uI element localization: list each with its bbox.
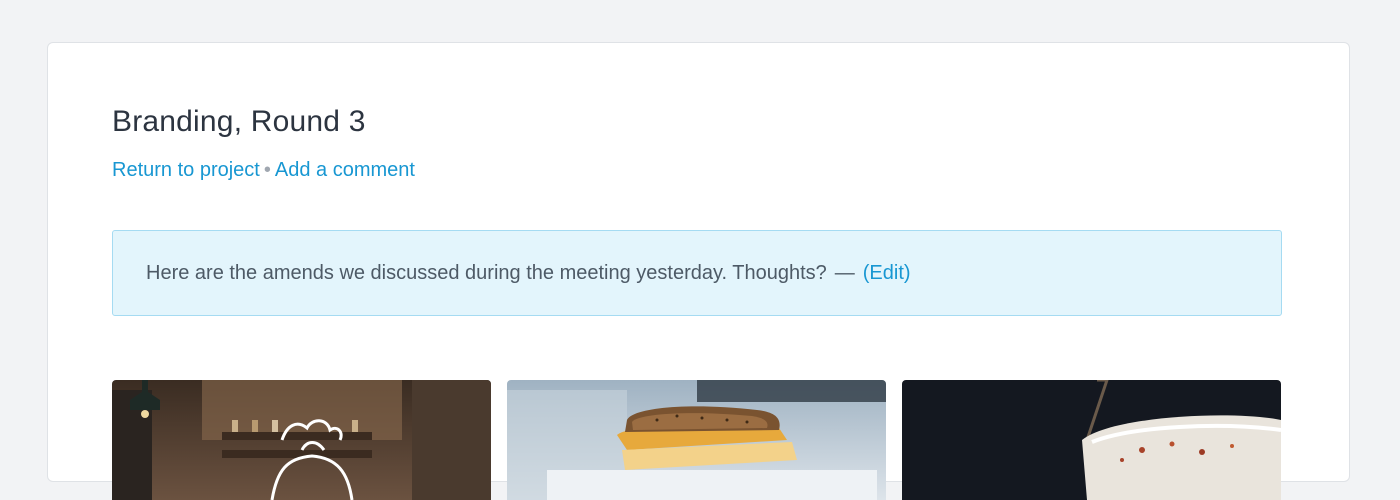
thumbnail-restaurant[interactable] — [112, 380, 491, 500]
content-card: Branding, Round 3 Return to project • Add … — [47, 42, 1350, 500]
note-text: Here are the amends we discussed during … — [146, 261, 827, 284]
action-links: Return to project • Add a comment — [112, 159, 415, 182]
sandwich-image — [507, 380, 886, 500]
page-title: Branding, Round 3 — [112, 105, 366, 138]
dark-bowl-image — [902, 380, 1281, 500]
thumbnail-sandwich[interactable] — [507, 380, 886, 500]
edit-link[interactable]: (Edit) — [863, 262, 911, 285]
note-dash: — — [834, 261, 855, 284]
return-to-project-link[interactable]: Return to project — [112, 159, 260, 181]
description-note: Here are the amends we discussed during … — [112, 230, 1282, 316]
add-comment-link[interactable]: Add a comment — [275, 159, 415, 181]
link-separator: • — [263, 159, 271, 181]
thumbnail-bowl[interactable] — [902, 380, 1281, 500]
restaurant-interior-image — [112, 380, 491, 500]
